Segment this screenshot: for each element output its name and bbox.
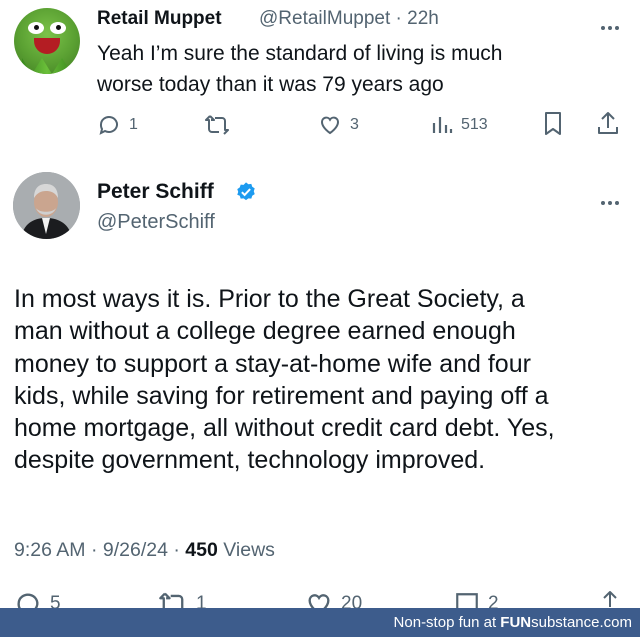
tweet-text: In most ways it is. Prior to the Great S… <box>14 283 626 477</box>
author-handle[interactable]: @PeterSchiff <box>97 211 215 234</box>
like-button[interactable]: 3 <box>318 113 359 137</box>
share-icon <box>598 112 618 134</box>
author-name[interactable]: Peter Schiff <box>97 180 214 204</box>
watermark-prefix: Non-stop fun at <box>393 614 501 631</box>
retweet-button[interactable] <box>204 113 230 137</box>
timestamp[interactable]: 22h <box>407 8 439 29</box>
more-icon[interactable] <box>601 17 623 30</box>
avatar-collar <box>22 58 72 74</box>
avatar-mouth <box>34 38 60 54</box>
author-name[interactable]: Retail Muppet <box>97 8 222 30</box>
avatar-eye <box>50 22 66 34</box>
tweet-text-line: home mortgage, all without credit card d… <box>14 414 555 443</box>
view-count: 513 <box>461 116 488 133</box>
verified-badge-icon <box>235 181 257 203</box>
avatar[interactable] <box>14 8 80 74</box>
avatar[interactable] <box>13 172 80 239</box>
tweet-text-line: kids, while saving for retirement and pa… <box>14 381 549 410</box>
tweet-text-line: Yeah I’m sure the standard of living is … <box>97 42 503 65</box>
tweet-date[interactable]: 9/26/24 <box>103 539 168 561</box>
views-button[interactable]: 513 <box>431 113 488 137</box>
separator: · <box>173 539 180 561</box>
tweet-text-line: In most ways it is. Prior to the Great S… <box>14 285 525 313</box>
avatar-portrait <box>13 172 80 239</box>
tweet-time[interactable]: 9:26 AM <box>14 539 86 561</box>
views-count: 450 <box>185 539 218 561</box>
bookmark-button[interactable] <box>543 111 563 137</box>
tweet-text: Yeah I’m sure the standard of living is … <box>97 38 597 100</box>
separator: · <box>90 539 98 561</box>
like-count: 3 <box>350 116 359 133</box>
views-icon <box>432 117 453 133</box>
tweet-text-line: despite government, technology improved. <box>14 446 486 475</box>
tweet-text-line: worse today than it was 79 years ago <box>97 73 444 96</box>
watermark-brand-bold: FUN <box>500 614 532 631</box>
bookmark-icon <box>545 112 561 135</box>
tweet-text-line: man without a college degree earned enou… <box>14 317 516 346</box>
reply-icon <box>99 116 118 135</box>
separator: · <box>395 8 402 29</box>
more-icon[interactable] <box>601 192 623 205</box>
avatar-eye <box>28 22 44 34</box>
like-icon <box>321 116 339 135</box>
watermark-brand-rest: substance.com <box>531 614 632 631</box>
author-meta[interactable]: @RetailMuppet · 22h <box>259 8 439 30</box>
retweet-icon <box>205 115 229 135</box>
reply-button[interactable]: 1 <box>97 113 138 137</box>
author-handle[interactable]: @RetailMuppet <box>259 8 390 29</box>
share-button[interactable] <box>596 110 620 136</box>
reply-count: 1 <box>129 116 138 133</box>
tweet-text-line: money to support a stay-at-home wife and… <box>14 349 531 378</box>
views-label: Views <box>223 539 275 561</box>
tweet-meta: 9:26 AM · 9/26/24 · 450 Views <box>14 539 275 562</box>
watermark-text[interactable]: Non-stop fun at FUNsubstance.com <box>394 614 632 631</box>
